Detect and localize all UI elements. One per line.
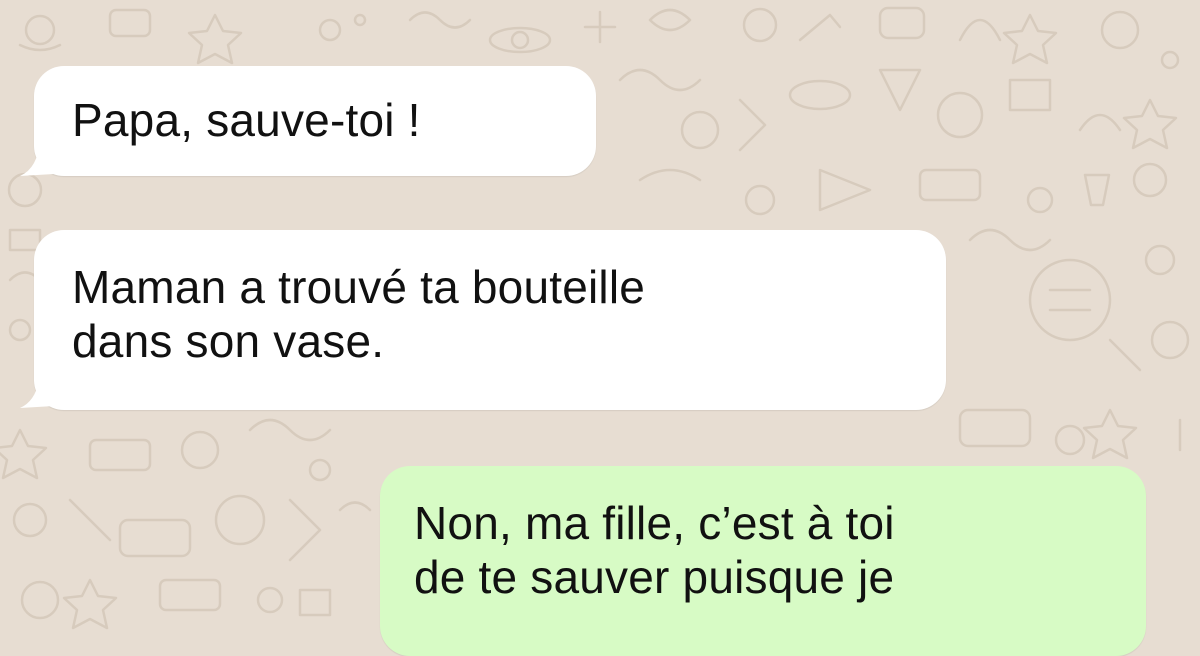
message-text-line: Maman a trouvé ta bouteille — [72, 261, 646, 313]
message-bubble-outgoing[interactable]: Non, ma fille, c’est à toi de te sauver … — [380, 466, 1146, 656]
bubble-tail-incoming — [20, 140, 54, 176]
message-text-line: dans son vase. — [72, 315, 385, 367]
bubble-tail-incoming — [20, 372, 54, 408]
message-bubble-incoming[interactable]: Maman a trouvé ta bouteille dans son vas… — [34, 230, 946, 410]
message-text-line: de te sauver puisque je — [414, 551, 895, 603]
message-text-line: Papa, sauve-toi ! — [72, 94, 421, 146]
message-text-line: Non, ma fille, c’est à toi — [414, 497, 895, 549]
message-bubble-incoming[interactable]: Papa, sauve-toi ! — [34, 66, 596, 176]
